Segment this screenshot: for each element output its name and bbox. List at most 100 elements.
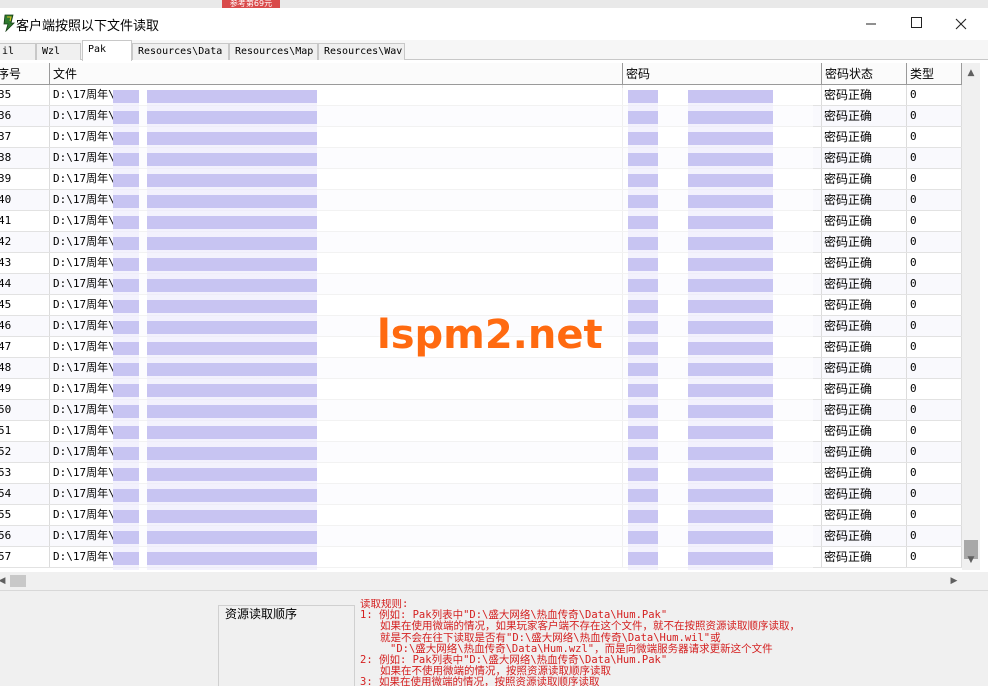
horizontal-scrollbar[interactable]: ◀ ▶ — [0, 572, 962, 590]
table-row[interactable]: 54D:\17周年\ 密码正确0 — [0, 484, 962, 505]
row-type: 0 — [907, 274, 962, 294]
row-type: 0 — [907, 232, 962, 252]
row-index: 47 — [0, 337, 50, 357]
table-row[interactable]: 57D:\17周年\ 密码正确0 — [0, 547, 962, 568]
tab-wzl[interactable]: Wzl — [36, 43, 81, 60]
row-password-status: 密码正确 — [822, 253, 907, 273]
row-type: 0 — [907, 148, 962, 168]
row-password-status: 密码正确 — [822, 484, 907, 504]
header-index[interactable]: 序号 — [0, 63, 50, 85]
rule-line: 如果在使用微端的情况，如果玩家客户端不存在这个文件，就不在按照资源读取顺序读取， — [380, 620, 800, 633]
row-password-status: 密码正确 — [822, 274, 907, 294]
scroll-up-icon[interactable]: ▲ — [962, 65, 980, 81]
row-file-path: D:\17周年\ — [50, 463, 623, 483]
row-password-status: 密码正确 — [822, 316, 907, 336]
row-type: 0 — [907, 106, 962, 126]
row-file-path: D:\17周年\ — [50, 127, 623, 147]
header-type[interactable]: 类型 — [907, 63, 962, 85]
table-row[interactable]: 40D:\17周年\ 密码正确0 — [0, 190, 962, 211]
row-index: 45 — [0, 295, 50, 315]
row-file-path: D:\17周年\ — [50, 253, 623, 273]
row-password — [623, 463, 822, 483]
table-row[interactable]: 51D:\17周年\ 密码正确0 — [0, 421, 962, 442]
row-password — [623, 379, 822, 399]
table-row[interactable]: 55D:\17周年\ 密码正确0 — [0, 505, 962, 526]
row-password-status: 密码正确 — [822, 400, 907, 420]
tab-wil[interactable]: il — [0, 43, 36, 60]
tab-pak[interactable]: Pak — [82, 40, 132, 61]
row-password — [623, 211, 822, 231]
row-password — [623, 526, 822, 546]
table-row[interactable]: 39D:\17周年\ 密码正确0 — [0, 169, 962, 190]
table-row[interactable]: 49D:\17周年\ 密码正确0 — [0, 379, 962, 400]
row-file-path: D:\17周年\ — [50, 85, 623, 105]
row-password — [623, 295, 822, 315]
row-index: 57 — [0, 547, 50, 567]
window-title: 客户端按照以下文件读取 — [16, 19, 160, 34]
scroll-down-icon[interactable]: ▼ — [962, 552, 980, 568]
table-row[interactable]: 43D:\17周年\ 密码正确0 — [0, 253, 962, 274]
row-index: 48 — [0, 358, 50, 378]
row-index: 56 — [0, 526, 50, 546]
row-file-path: D:\17周年\ — [50, 484, 623, 504]
table-row[interactable]: 37D:\17周年\ 密码正确0 — [0, 127, 962, 148]
row-password — [623, 316, 822, 336]
header-file[interactable]: 文件 — [50, 63, 623, 85]
row-type: 0 — [907, 526, 962, 546]
row-type: 0 — [907, 379, 962, 399]
row-password-status: 密码正确 — [822, 148, 907, 168]
close-icon — [955, 18, 967, 29]
table-row[interactable]: 52D:\17周年\ 密码正确0 — [0, 442, 962, 463]
resource-order-label: 资源读取顺序 — [225, 607, 298, 621]
row-index: 35 — [0, 85, 50, 105]
bottom-panel: 资源读取顺序 读取规则: 1: 例如: Pak列表中"D:\盛大网络\热血传奇\… — [0, 590, 988, 686]
table-row[interactable]: 53D:\17周年\ 密码正确0 — [0, 463, 962, 484]
row-password-status: 密码正确 — [822, 421, 907, 441]
close-button[interactable] — [938, 8, 984, 38]
row-password-status: 密码正确 — [822, 127, 907, 147]
row-password-status: 密码正确 — [822, 358, 907, 378]
table-row[interactable]: 56D:\17周年\ 密码正确0 — [0, 526, 962, 547]
row-type: 0 — [907, 295, 962, 315]
tab-resources-map[interactable]: Resources\Map — [229, 43, 318, 60]
row-file-path: D:\17周年\ — [50, 106, 623, 126]
tab-resources-wav[interactable]: Resources\Wav — [318, 43, 405, 60]
watermark: lspm2.net — [377, 312, 603, 358]
vertical-scrollbar[interactable]: ▲ ▼ — [962, 63, 980, 570]
row-password-status: 密码正确 — [822, 85, 907, 105]
row-file-path: D:\17周年\ — [50, 442, 623, 462]
table-row[interactable]: 41D:\17周年\ 密码正确0 — [0, 211, 962, 232]
row-password-status: 密码正确 — [822, 526, 907, 546]
row-type: 0 — [907, 253, 962, 273]
row-password — [623, 85, 822, 105]
row-password — [623, 274, 822, 294]
row-index: 40 — [0, 190, 50, 210]
table-row[interactable]: 35D:\17周年\ 密码正确0 — [0, 85, 962, 106]
header-password-status[interactable]: 密码状态 — [822, 63, 907, 85]
row-password-status: 密码正确 — [822, 190, 907, 210]
row-type: 0 — [907, 85, 962, 105]
row-index: 36 — [0, 106, 50, 126]
top-strip: 参考第69元 — [0, 0, 988, 8]
table-row[interactable]: 42D:\17周年\ 密码正确0 — [0, 232, 962, 253]
row-password — [623, 106, 822, 126]
maximize-button[interactable] — [893, 8, 939, 38]
scroll-left-icon[interactable]: ◀ — [0, 572, 10, 590]
row-file-path: D:\17周年\ — [50, 526, 623, 546]
row-password — [623, 484, 822, 504]
table-row[interactable]: 36D:\17周年\ 密码正确0 — [0, 106, 962, 127]
table-row[interactable]: 44D:\17周年\ 密码正确0 — [0, 274, 962, 295]
row-password-status: 密码正确 — [822, 379, 907, 399]
row-password — [623, 505, 822, 525]
minimize-button[interactable] — [848, 8, 894, 38]
row-password — [623, 232, 822, 252]
table-row[interactable]: 50D:\17周年\ 密码正确0 — [0, 400, 962, 421]
row-index: 46 — [0, 316, 50, 336]
row-file-path: D:\17周年\ — [50, 211, 623, 231]
table-row[interactable]: 48D:\17周年\ 密码正确0 — [0, 358, 962, 379]
table-row[interactable]: 38D:\17周年\ 密码正确0 — [0, 148, 962, 169]
header-password[interactable]: 密码 — [623, 63, 822, 85]
scroll-right-icon[interactable]: ▶ — [946, 572, 962, 590]
tab-resources-data[interactable]: Resources\Data — [132, 43, 229, 60]
horizontal-scroll-thumb[interactable] — [10, 575, 26, 587]
